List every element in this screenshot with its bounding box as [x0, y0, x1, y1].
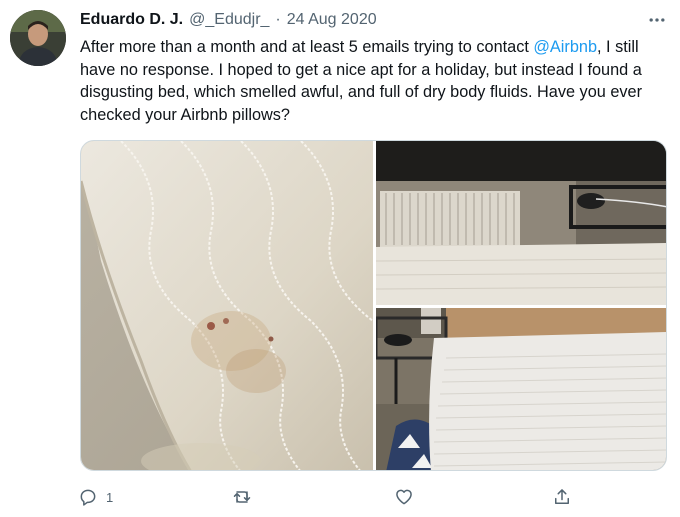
reply-button[interactable]: 1: [78, 482, 113, 512]
more-icon: [649, 18, 665, 22]
author-handle[interactable]: @_Edudjr_: [189, 11, 269, 29]
bed-side-table-image: [376, 308, 666, 470]
tweet-header: Eduardo D. J. @_Edudjr_ · 24 Aug 2020: [80, 11, 377, 33]
header-separator: ·: [275, 11, 281, 28]
avatar-photo-icon: [10, 10, 66, 66]
media-grid: [80, 140, 667, 471]
more-options-button[interactable]: [644, 8, 670, 32]
share-button[interactable]: [552, 482, 572, 512]
tweet-text: After more than a month and at least 5 e…: [80, 36, 670, 126]
author-avatar[interactable]: [10, 10, 66, 66]
photo-bed-radiator[interactable]: [376, 141, 666, 305]
photo-stained-pillow[interactable]: [81, 141, 373, 470]
heart-icon: [396, 489, 412, 505]
share-icon: [555, 489, 569, 504]
tweet[interactable]: Eduardo D. J. @_Edudjr_ · 24 Aug 2020 Af…: [0, 0, 680, 517]
mention-link[interactable]: @Airbnb: [533, 38, 597, 56]
tweet-text-part-1: After more than a month and at least 5 e…: [80, 38, 534, 56]
like-button[interactable]: [394, 482, 422, 512]
reply-count: 1: [106, 489, 114, 505]
tweet-actions: 1: [70, 482, 610, 512]
reply-icon: [80, 489, 96, 506]
bed-radiator-image: [376, 141, 666, 305]
author-display-name[interactable]: Eduardo D. J.: [80, 11, 183, 29]
photo-bed-side-table[interactable]: [376, 308, 666, 470]
stained-pillow-image: [81, 141, 373, 470]
retweet-icon: [233, 491, 251, 503]
retweet-button[interactable]: [232, 482, 260, 512]
tweet-date[interactable]: 24 Aug 2020: [287, 11, 377, 29]
